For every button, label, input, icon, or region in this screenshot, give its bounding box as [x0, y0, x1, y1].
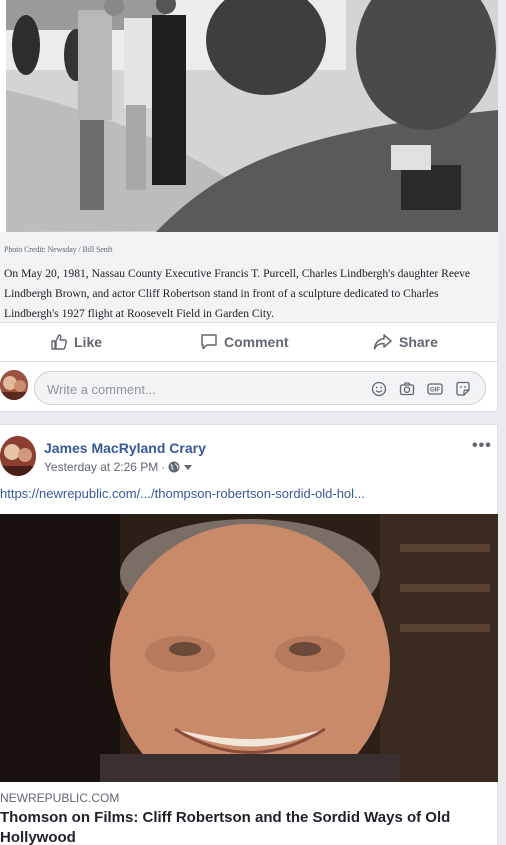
post-timestamp[interactable]: Yesterday at 2:26 PM [44, 460, 158, 474]
share-button[interactable]: Share [373, 323, 438, 361]
sticker-icon[interactable] [454, 380, 472, 398]
gif-icon[interactable]: GIF [426, 380, 444, 398]
link-preview-image[interactable] [0, 514, 498, 782]
like-button[interactable]: Like [50, 323, 102, 361]
post-photo-lindbergh[interactable] [6, 0, 498, 232]
share-label: Share [399, 334, 438, 350]
author-name[interactable]: James MacRyland Crary [44, 440, 206, 456]
post-card-1: Photo Credit: Newsday / Bill Senft On Ma… [0, 0, 498, 412]
author-avatar[interactable] [0, 436, 36, 476]
comment-input[interactable] [47, 380, 347, 398]
more-options-button[interactable]: ••• [472, 437, 492, 455]
photo-caption: On May 20, 1981, Nassau County Executive… [4, 267, 471, 320]
link-domain: NEWREPUBLIC.COM [0, 791, 120, 805]
share-arrow-icon [373, 334, 392, 350]
emoji-icon[interactable] [370, 380, 388, 398]
comment-label: Comment [224, 334, 289, 350]
thumbs-up-icon [51, 334, 68, 350]
link-title[interactable]: Thomson on Films: Cliff Robertson and th… [0, 808, 498, 845]
post-card-2: James MacRyland Crary Yesterday at 2:26 … [0, 424, 498, 845]
comment-bubble-icon [201, 334, 217, 350]
comment-composer: GIF [0, 362, 498, 412]
caret-down-icon[interactable] [183, 462, 193, 472]
comment-input-box[interactable]: GIF [34, 371, 486, 405]
svg-text:GIF: GIF [430, 388, 440, 394]
meta-separator: · [161, 460, 166, 474]
globe-icon[interactable] [168, 461, 180, 473]
post-link[interactable]: https://newrepublic.com/.../thompson-rob… [0, 486, 365, 501]
comment-button[interactable]: Comment [200, 323, 289, 361]
camera-icon[interactable] [398, 380, 416, 398]
feed: Photo Credit: Newsday / Bill Senft On Ma… [0, 0, 506, 845]
post-meta: Yesterday at 2:26 PM · [44, 460, 193, 474]
like-label: Like [74, 334, 103, 350]
photo-credit: Photo Credit: Newsday / Bill Senft [4, 245, 113, 254]
user-avatar[interactable] [0, 370, 28, 400]
post-actions: Like Comment Share [0, 322, 498, 362]
